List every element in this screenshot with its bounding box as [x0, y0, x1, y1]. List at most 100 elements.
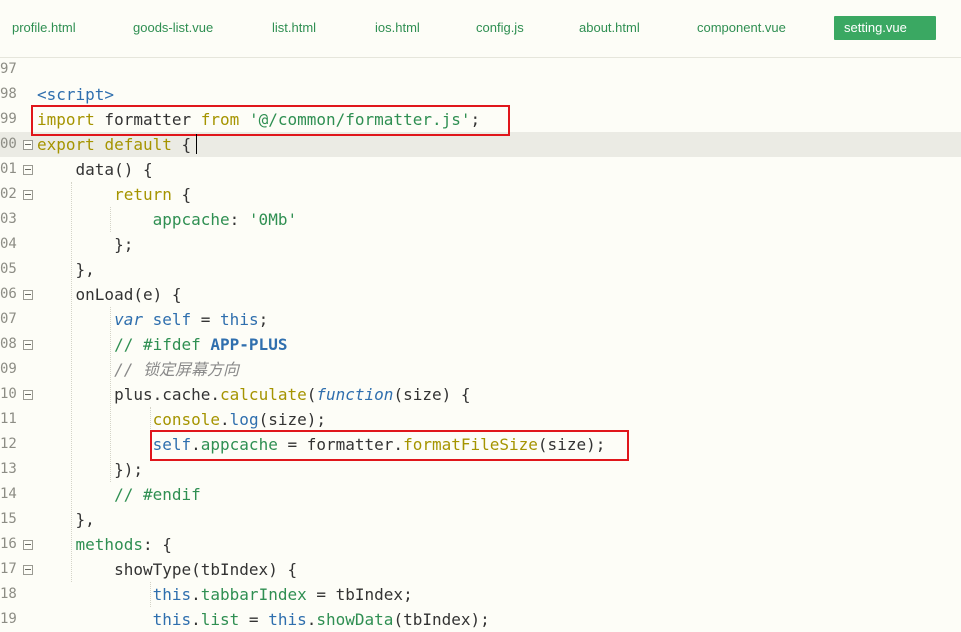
line-number: 13 [0, 461, 17, 477]
code-line[interactable]: 98 <script> [0, 82, 961, 107]
code-line[interactable]: 17 showType(tbIndex) { [0, 557, 961, 582]
code-token: }, [37, 510, 95, 529]
line-number: 07 [0, 311, 17, 327]
line-number: 06 [0, 286, 17, 302]
code-token: showType(tbIndex) { [37, 560, 298, 579]
line-number: 15 [0, 511, 17, 527]
code-token: }; [37, 235, 134, 254]
fold-collapse-icon[interactable] [23, 540, 33, 550]
fold-collapse-icon[interactable] [23, 340, 33, 350]
fold-collapse-icon[interactable] [23, 190, 33, 200]
tab-list-html[interactable]: list.html [272, 16, 316, 40]
tab-about-html[interactable]: about.html [579, 16, 640, 40]
code-line[interactable]: 08 // #ifdef APP-PLUS [0, 332, 961, 357]
code-token: . [306, 610, 317, 629]
code-line[interactable]: 15 }, [0, 507, 961, 532]
code-line[interactable]: 14 // #endif [0, 482, 961, 507]
code-token: // #ifdef [114, 335, 211, 354]
code-text: plus.cache.calculate(function(size) { [37, 382, 471, 407]
code-line[interactable]: 10 plus.cache.calculate(function(size) { [0, 382, 961, 407]
code-token: ( [306, 385, 317, 404]
code-line[interactable]: 04 }; [0, 232, 961, 257]
code-token: = tbIndex; [306, 585, 413, 604]
code-text: showType(tbIndex) { [37, 557, 297, 582]
code-line[interactable]: 16 methods: { [0, 532, 961, 557]
code-line[interactable]: 05 }, [0, 257, 961, 282]
code-editor[interactable]: 97 98 <script> 99 import formatter from '@/c… [0, 57, 961, 629]
code-text: }); [37, 457, 143, 482]
line-number: 02 [0, 186, 17, 202]
indent-guide [70, 182, 72, 582]
code-token: plus.cache. [37, 385, 221, 404]
line-number: 09 [0, 361, 17, 377]
line-number: 99 [0, 111, 17, 127]
line-number: 00 [0, 136, 17, 152]
code-line[interactable]: 03 appcache: '0Mb' [0, 207, 961, 232]
code-line[interactable]: 01 data() { [0, 157, 961, 182]
code-token: (tbIndex); [393, 610, 490, 629]
code-token: { [171, 135, 192, 154]
code-line[interactable]: 09 // 锁定屏幕方向 [0, 357, 961, 382]
code-line[interactable]: 11 console.log(size); [0, 407, 961, 432]
code-text: // 锁定屏幕方向 [37, 357, 239, 382]
fold-collapse-icon[interactable] [23, 165, 33, 175]
tab-ios-html[interactable]: ios.html [375, 16, 420, 40]
code-token: list [200, 610, 240, 629]
code-text: }, [37, 257, 95, 282]
fold-collapse-icon[interactable] [23, 390, 33, 400]
code-text: appcache: '0Mb' [37, 207, 298, 232]
code-line[interactable]: 06 onLoad(e) { [0, 282, 961, 307]
code-line[interactable]: 97 [0, 57, 961, 82]
line-number: 97 [0, 61, 17, 77]
code-token: console [152, 410, 221, 429]
tab-component-vue[interactable]: component.vue [697, 16, 786, 40]
code-token: = [191, 310, 221, 329]
code-text: // #ifdef APP-PLUS [37, 332, 287, 357]
code-token: return [114, 185, 172, 204]
code-token: // #endif [114, 485, 201, 504]
tab-goods-list-vue[interactable]: goods-list.vue [133, 16, 213, 40]
code-line[interactable]: 07 var self = this; [0, 307, 961, 332]
code-line[interactable]: 02 return { [0, 182, 961, 207]
code-token: (size) { [393, 385, 471, 404]
line-number: 05 [0, 261, 17, 277]
code-text: var self = this; [37, 307, 268, 332]
code-line[interactable]: 18 this.tabbarIndex = tbIndex; [0, 582, 961, 607]
tab-profile-html[interactable]: profile.html [12, 16, 76, 40]
fold-collapse-icon[interactable] [23, 565, 33, 575]
line-number: 16 [0, 536, 17, 552]
code-token: ; [258, 310, 269, 329]
code-token: this [152, 610, 192, 629]
code-text: <script> [37, 82, 114, 107]
fold-collapse-icon[interactable] [23, 140, 33, 150]
code-token: showData [316, 610, 394, 629]
code-text: data() { [37, 157, 153, 182]
line-number: 14 [0, 486, 17, 502]
code-token: calculate [220, 385, 307, 404]
code-token: methods [75, 535, 143, 554]
code-token: this [268, 610, 307, 629]
code-token: var [114, 310, 143, 329]
code-token: . [220, 410, 230, 429]
code-text: console.log(size); [37, 407, 326, 432]
tab-config-js[interactable]: config.js [476, 16, 524, 40]
code-token: = [239, 610, 269, 629]
code-token: }, [37, 260, 95, 279]
code-token: log [229, 410, 259, 429]
code-text: }, [37, 507, 95, 532]
code-token: }); [37, 460, 143, 479]
code-token: '0Mb' [248, 210, 298, 229]
tab-setting-vue[interactable]: setting.vue [834, 16, 936, 40]
fold-collapse-icon[interactable] [23, 290, 33, 300]
line-number: 12 [0, 436, 17, 452]
line-number: 11 [0, 411, 17, 427]
line-number: 98 [0, 86, 17, 102]
code-text: return { [37, 182, 191, 207]
code-text: methods: { [37, 532, 172, 557]
code-token: (size); [258, 410, 327, 429]
